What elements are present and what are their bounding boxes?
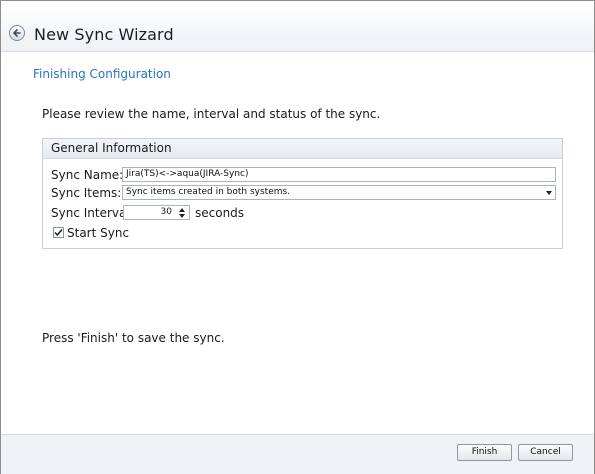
chevron-down-icon xyxy=(546,191,552,195)
finish-button-label: Finish xyxy=(471,447,498,457)
page-subtitle: Finishing Configuration xyxy=(33,67,171,81)
sync-items-value: Sync items created in both systems. xyxy=(126,187,291,197)
sync-name-label: Sync Name: xyxy=(51,168,124,182)
wizard-window: New Sync Wizard Finishing Configuration … xyxy=(0,0,595,474)
wizard-footer: Finish Cancel xyxy=(1,434,594,474)
finish-button[interactable]: Finish xyxy=(457,444,512,461)
sync-interval-label: Sync Interval: xyxy=(51,206,134,220)
back-button[interactable] xyxy=(9,25,25,41)
sync-interval-stepper[interactable]: 30 xyxy=(123,205,190,220)
sync-items-label: Sync Items: xyxy=(51,186,122,200)
wizard-title: New Sync Wizard xyxy=(34,25,174,44)
group-title: General Information xyxy=(43,139,562,159)
cancel-button[interactable]: Cancel xyxy=(518,444,573,461)
start-sync-checkbox[interactable] xyxy=(53,227,64,238)
sync-items-dropdown[interactable]: Sync items created in both systems. xyxy=(122,185,556,200)
spinner-arrows-icon[interactable] xyxy=(177,207,187,219)
general-information-group: General Information Sync Name: Jira(TS)<… xyxy=(42,138,563,249)
finish-hint-text: Press 'Finish' to save the sync. xyxy=(42,331,225,345)
back-arrow-icon xyxy=(13,29,21,37)
start-sync-label: Start Sync xyxy=(67,226,130,240)
sync-interval-value: 30 xyxy=(160,207,172,217)
cancel-button-label: Cancel xyxy=(530,447,561,457)
sync-interval-unit: seconds xyxy=(195,206,245,220)
instructions-text: Please review the name, interval and sta… xyxy=(42,107,381,121)
sync-name-input[interactable]: Jira(TS)<->aqua(JIRA-Sync) xyxy=(122,167,556,182)
wizard-header: New Sync Wizard xyxy=(1,1,594,52)
checkmark-icon xyxy=(54,229,63,237)
